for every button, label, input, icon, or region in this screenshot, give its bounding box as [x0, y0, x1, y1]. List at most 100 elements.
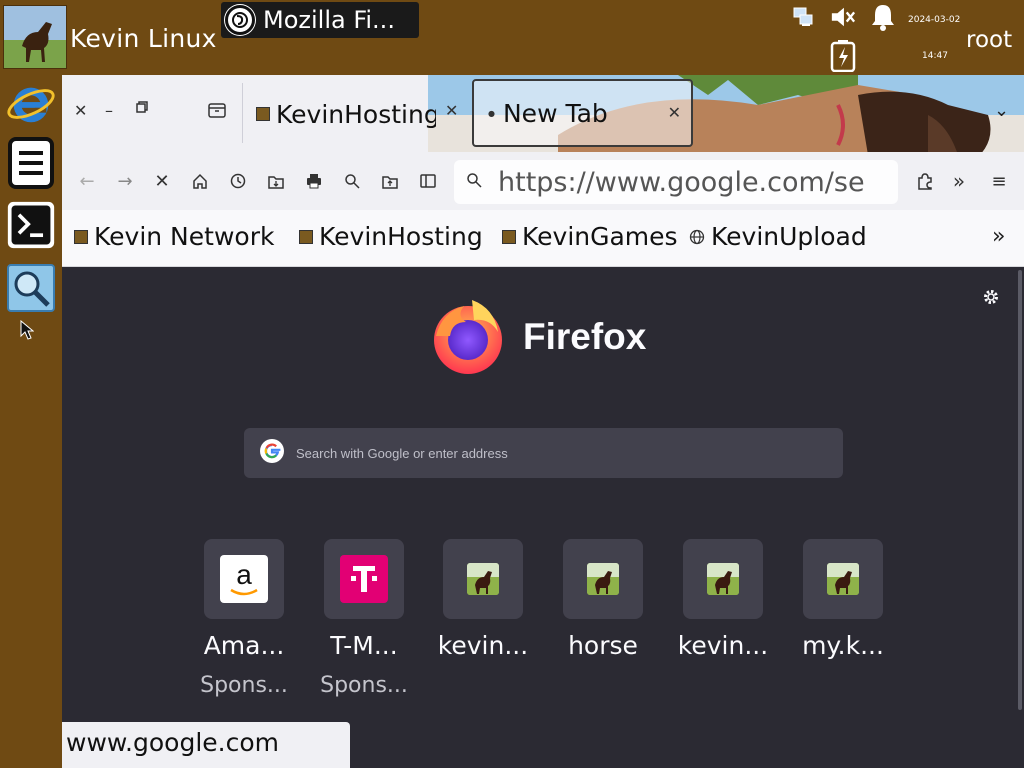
home-icon[interactable]: [187, 168, 213, 194]
search-input[interactable]: Search with Google or enter address: [244, 428, 843, 478]
minimize-window-icon[interactable]: –: [105, 101, 113, 120]
horse-favicon-icon: [707, 563, 739, 595]
taskbar-firefox-window[interactable]: Mozilla Fi...: [221, 2, 419, 38]
navigation-toolbar: ← → ✕ https://www.google.com/se » ≡: [62, 152, 1024, 210]
firefox-wordmark: Firefox: [523, 316, 647, 357]
bookmark-kevin-network[interactable]: Kevin Network: [74, 222, 274, 251]
network-icon[interactable]: [790, 4, 816, 30]
mouse-cursor-icon: [20, 319, 35, 344]
close-window-icon[interactable]: ✕: [74, 101, 87, 120]
tab-kevinhosting[interactable]: KevinHosting ✕: [248, 79, 470, 149]
extensions-puzzle-icon[interactable]: [912, 168, 938, 194]
google-g-icon: [260, 439, 284, 467]
left-dock: [0, 75, 62, 768]
horse-favicon-icon: [502, 229, 516, 244]
stop-loading-icon[interactable]: ✕: [149, 168, 175, 194]
firefox-logo-icon: [428, 296, 508, 376]
top-site-kevin-1[interactable]: kevin...: [423, 539, 543, 719]
internet-explorer-launcher-icon[interactable]: [6, 79, 56, 129]
overflow-menu-chevron-icon[interactable]: »: [946, 168, 972, 194]
top-site-name: kevin...: [437, 631, 529, 660]
top-site-t-mobile[interactable]: T-M... Spons...: [304, 539, 424, 719]
search-magnifier-launcher-icon[interactable]: [6, 263, 56, 313]
firefox-taskbar-icon: [225, 5, 255, 35]
print-icon[interactable]: [301, 168, 327, 194]
file-manager-launcher-icon[interactable]: [6, 137, 56, 189]
search-placeholder: Search with Google or enter address: [296, 445, 508, 461]
bookmark-kevingames[interactable]: KevinGames: [502, 222, 678, 251]
url-bar[interactable]: https://www.google.com/se: [454, 160, 898, 204]
top-site-tile[interactable]: [563, 539, 643, 619]
top-site-amazon[interactable]: a Ama... Spons...: [184, 539, 304, 719]
scrollbar[interactable]: [1018, 270, 1022, 710]
bookmarks-toolbar: Kevin Network KevinHosting KevinGames Ke…: [62, 210, 1024, 267]
top-site-name: T-M...: [330, 631, 398, 660]
taskbar-window-title: Mozilla Fi...: [263, 6, 395, 34]
clock-date[interactable]: 2024-03-02: [908, 15, 960, 25]
system-tray: [790, 4, 896, 31]
amazon-icon: a: [220, 555, 268, 603]
terminal-launcher-icon[interactable]: [6, 200, 56, 250]
url-text: https://www.google.com/se: [498, 166, 865, 198]
open-file-folder-icon[interactable]: [377, 168, 403, 194]
top-site-tile[interactable]: [324, 539, 404, 619]
root-user-label[interactable]: root: [966, 27, 1012, 53]
bookmark-label: Kevin Network: [94, 222, 275, 251]
firefox-view-icon[interactable]: [208, 102, 226, 122]
top-site-kevin-2[interactable]: kevin...: [663, 539, 783, 719]
t-mobile-icon: [340, 555, 388, 603]
sidebar-toggle-icon[interactable]: [415, 168, 441, 194]
horse-favicon-icon: [587, 563, 619, 595]
top-site-name: my.k...: [802, 631, 884, 660]
more-bookmarks-chevron-icon[interactable]: »: [992, 224, 1005, 249]
tab-label: KevinHosting: [276, 99, 436, 129]
restore-window-icon[interactable]: [135, 99, 149, 118]
top-site-name: horse: [568, 631, 638, 660]
history-clock-icon[interactable]: [225, 168, 251, 194]
tab-label: New Tab: [502, 98, 608, 128]
downloads-folder-icon[interactable]: [263, 168, 289, 194]
horse-favicon-icon: [827, 563, 859, 595]
notification-bell-icon[interactable]: [870, 4, 896, 31]
list-all-tabs-icon[interactable]: ⌄: [994, 100, 1009, 121]
bookmark-label: KevinGames: [522, 222, 678, 251]
top-panel: Kevin Linux Mozilla Fi... 2024-03-02 14:…: [0, 0, 1024, 75]
horse-favicon-icon: [74, 229, 88, 244]
firefox-window: ✕ – KevinHosting ✕ ● New Tab ✕ ⌄ ← → ✕ h…: [62, 75, 1024, 768]
top-site-tile[interactable]: [683, 539, 763, 619]
user-avatar[interactable]: [3, 5, 67, 69]
forward-arrow-icon[interactable]: →: [112, 168, 138, 194]
top-site-tile[interactable]: a: [204, 539, 284, 619]
tab-close-icon[interactable]: ✕: [445, 101, 458, 120]
top-site-name: kevin...: [677, 631, 769, 660]
gear-icon[interactable]: [982, 288, 1000, 310]
bookmark-kevinhosting[interactable]: KevinHosting: [299, 222, 483, 251]
bookmark-label: KevinUpload: [711, 222, 867, 251]
globe-icon: [689, 222, 705, 251]
clock-time[interactable]: 14:47: [922, 51, 948, 61]
top-site-name: Ama...: [203, 631, 285, 660]
tab-separator: [242, 83, 243, 143]
tab-close-icon[interactable]: ✕: [668, 103, 681, 122]
new-tab-page: Firefox Search with Google or enter addr…: [62, 268, 1024, 768]
status-url-overlay: www.google.com: [62, 722, 350, 768]
find-search-icon[interactable]: [339, 168, 365, 194]
horse-favicon-icon: [299, 229, 313, 244]
search-icon: [466, 172, 482, 192]
top-site-sponsored-label: Spons...: [320, 673, 408, 698]
tab-new-tab[interactable]: ● New Tab ✕: [472, 79, 693, 147]
top-site-tile[interactable]: [803, 539, 883, 619]
back-arrow-icon[interactable]: ←: [74, 168, 100, 194]
user-label: Kevin Linux: [70, 24, 217, 53]
top-site-tile[interactable]: [443, 539, 523, 619]
hamburger-menu-icon[interactable]: ≡: [986, 168, 1012, 194]
tab-dot-icon: ●: [488, 108, 495, 118]
top-site-sponsored-label: Spons...: [200, 673, 288, 698]
bookmark-kevinupload[interactable]: KevinUpload: [689, 222, 867, 251]
top-site-my-k[interactable]: my.k...: [783, 539, 903, 719]
battery-charging-icon[interactable]: [830, 40, 856, 73]
volume-muted-icon[interactable]: [830, 4, 856, 30]
top-site-horse[interactable]: horse: [543, 539, 663, 719]
bookmark-label: KevinHosting: [319, 222, 483, 251]
horse-favicon-icon: [256, 107, 270, 121]
